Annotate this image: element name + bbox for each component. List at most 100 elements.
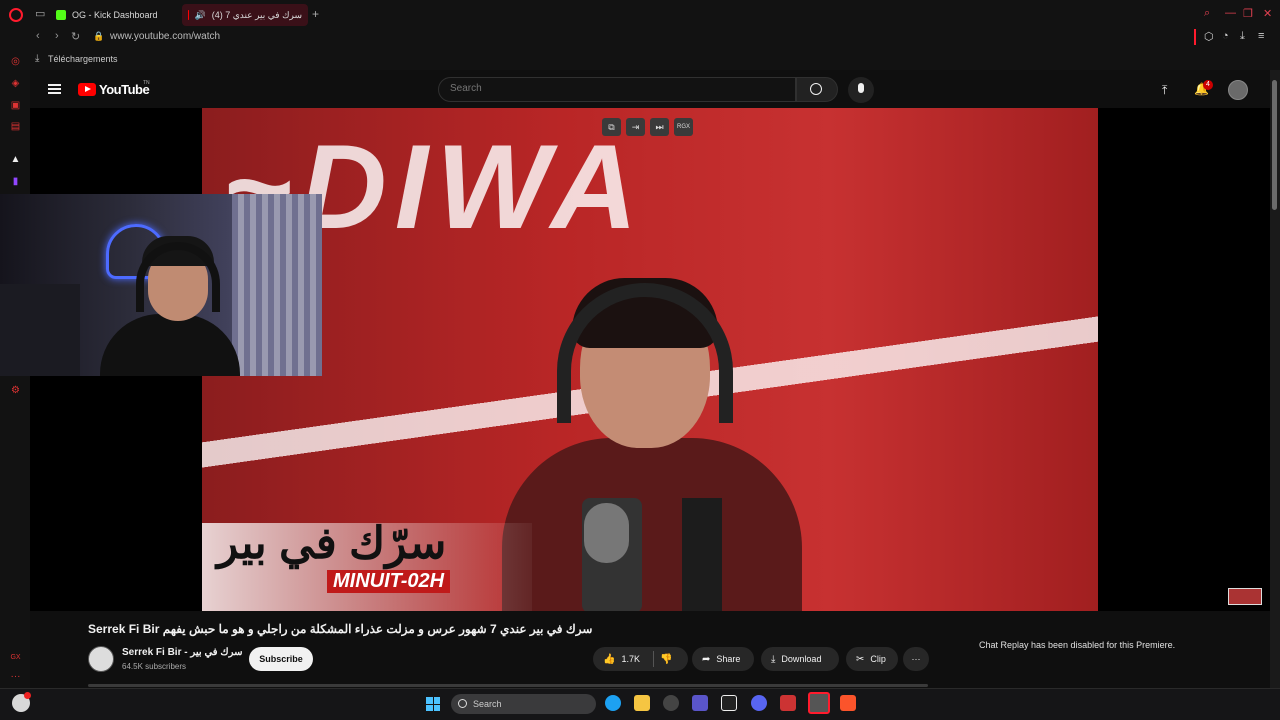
scissors-icon: ✂ (856, 653, 865, 665)
sidebar-more-icon[interactable]: ··· (10, 671, 21, 682)
downloads-bookmark[interactable]: Téléchargements (48, 54, 118, 64)
forward-icon[interactable]: › (55, 30, 59, 42)
url-field[interactable]: www.youtube.com/watch (110, 31, 220, 42)
kick-icon (56, 10, 66, 20)
channel-watermark[interactable] (1228, 588, 1262, 605)
tab-youtube[interactable]: 🔊 (4) سرك في بير عندي 7 (182, 4, 308, 26)
webcam-overlay (0, 194, 322, 376)
guide-menu-icon[interactable] (48, 84, 61, 94)
minimize-button[interactable]: — (1225, 7, 1236, 19)
webcam-curtain (232, 194, 322, 376)
host-figure (502, 248, 802, 611)
opera-gx-taskbar-icon[interactable] (808, 692, 830, 714)
sidebar-settings-icon[interactable]: ⚙ (10, 385, 21, 396)
rgx-button[interactable]: RGX (674, 118, 693, 136)
streamer-body (100, 314, 240, 376)
youtube-play-icon (85, 86, 91, 92)
exit-icon[interactable]: ⇥ (626, 118, 645, 136)
tab-island-icon[interactable]: ▭ (35, 7, 45, 20)
channel-name[interactable]: Serrek Fi Bir - سرك في بير (122, 647, 243, 658)
share-button[interactable]: ➦ Share (692, 647, 754, 671)
search-input[interactable] (450, 83, 750, 94)
youtube-logo-text[interactable]: YouTube (99, 82, 150, 97)
share-icon: ➦ (702, 653, 711, 665)
settings-app-icon[interactable] (663, 695, 679, 711)
sidebar-pinned-icon[interactable]: ▲ (10, 154, 21, 165)
tab-label: OG - Kick Dashboard (72, 10, 158, 20)
bookmarks-bar (0, 48, 1280, 70)
lower-third-title: سرّك في بير (217, 519, 447, 568)
tab-label: (4) سرك في بير عندي 7 (211, 9, 302, 20)
channel-avatar[interactable] (88, 646, 114, 672)
teams-icon[interactable] (692, 695, 708, 711)
taskbar-search[interactable]: Search (451, 694, 596, 714)
accent-bar (1194, 29, 1196, 45)
opera-logo-icon[interactable] (9, 8, 23, 22)
taskbar-badge (24, 692, 31, 699)
like-divider (653, 651, 654, 667)
downloads-icon: ⤓ (35, 53, 40, 64)
lower-third-subtitle: MINUIT-02H (327, 570, 451, 593)
sidebar-aria-icon[interactable]: ◎ (10, 56, 21, 67)
search-tabs-icon[interactable]: ⌕ (1204, 7, 1210, 20)
taskbar-search-icon (458, 699, 467, 708)
mic-arm (0, 284, 80, 376)
tab-kick-dashboard[interactable]: OG - Kick Dashboard (50, 4, 178, 26)
menu-icon[interactable]: ≡ (1258, 30, 1264, 42)
chat-replay-message: Chat Replay has been disabled for this P… (979, 640, 1176, 650)
discord-icon[interactable] (751, 695, 767, 711)
download-icon: ⤓ (771, 653, 776, 665)
download-button[interactable]: ⤓ Download (761, 647, 839, 671)
popout-icon[interactable]: ⧉ (602, 118, 621, 136)
more-icon: ··· (911, 654, 921, 664)
search-icon (810, 83, 822, 95)
reload-icon[interactable]: ↻ (71, 30, 80, 43)
host-jacket (502, 438, 802, 611)
clip-label: Clip (870, 654, 886, 664)
scrollbar-thumb[interactable] (1272, 80, 1277, 210)
thumbs-down-icon[interactable]: 👎 (660, 654, 672, 665)
maximize-button[interactable]: ❐ (1243, 7, 1253, 20)
studio-mic-arm (682, 498, 722, 611)
sidebar-messenger-icon[interactable]: ◈ (10, 78, 21, 89)
download-label: Download (781, 654, 822, 664)
file-explorer-icon[interactable] (634, 695, 650, 711)
lock-icon: 🔒 (93, 31, 105, 41)
notification-badge: 4 (1203, 80, 1213, 90)
profile-icon[interactable]: ◔ (1222, 30, 1229, 42)
share-label: Share (716, 654, 741, 664)
create-upload-icon[interactable]: ⤒ (1162, 83, 1167, 98)
account-avatar[interactable] (1228, 80, 1248, 100)
like-button[interactable]: 👍 1.7K 👎 (593, 647, 688, 671)
back-icon[interactable]: ‹ (36, 30, 40, 42)
more-actions-button[interactable]: ··· (903, 647, 929, 671)
subscriber-count: 64.5K subscribers (122, 662, 187, 671)
studio-microphone (584, 503, 629, 563)
content-divider (88, 684, 928, 687)
microphone-icon (858, 83, 864, 93)
video-frame[interactable]: ~DIWA سرّك في بير MINUIT-02H (202, 108, 1098, 611)
screen: ▭ OG - Kick Dashboard 🔊 (4) سرك في بير ع… (0, 0, 1280, 720)
sidebar-player-icon[interactable]: ▤ (10, 121, 21, 132)
download-icon[interactable]: ⤓ (1240, 30, 1245, 43)
app-dc-icon[interactable] (721, 695, 737, 711)
speaker-icon[interactable]: 🔊 (194, 10, 205, 21)
thumbs-up-icon: 👍 (603, 653, 616, 665)
brave-icon[interactable] (840, 695, 856, 711)
edge-icon[interactable] (605, 695, 621, 711)
windows-start-icon[interactable] (426, 697, 440, 711)
extensions-icon[interactable]: ⬡ (1204, 30, 1214, 43)
subscribe-button[interactable]: Subscribe (249, 647, 313, 671)
close-button[interactable]: ✕ (1263, 7, 1272, 20)
clip-button[interactable]: ✂ Clip (846, 647, 898, 671)
player-overlay-controls: ⧉ ⇥ ⏭ RGX (602, 118, 693, 136)
youtube-region: TN (143, 80, 150, 86)
app-red-icon[interactable] (780, 695, 796, 711)
new-tab-button[interactable]: + (312, 7, 319, 21)
sidebar-chat-icon[interactable]: ▣ (10, 100, 21, 111)
sidebar-gx-icon[interactable]: GX (10, 652, 21, 663)
like-count: 1.7K (621, 654, 640, 664)
skip-icon[interactable]: ⏭ (650, 118, 669, 136)
video-title: Serrek Fi Bir سرك في بير عندي 7 شهور عرس… (88, 622, 593, 636)
sidebar-twitch-icon[interactable]: ▮ (10, 176, 21, 187)
